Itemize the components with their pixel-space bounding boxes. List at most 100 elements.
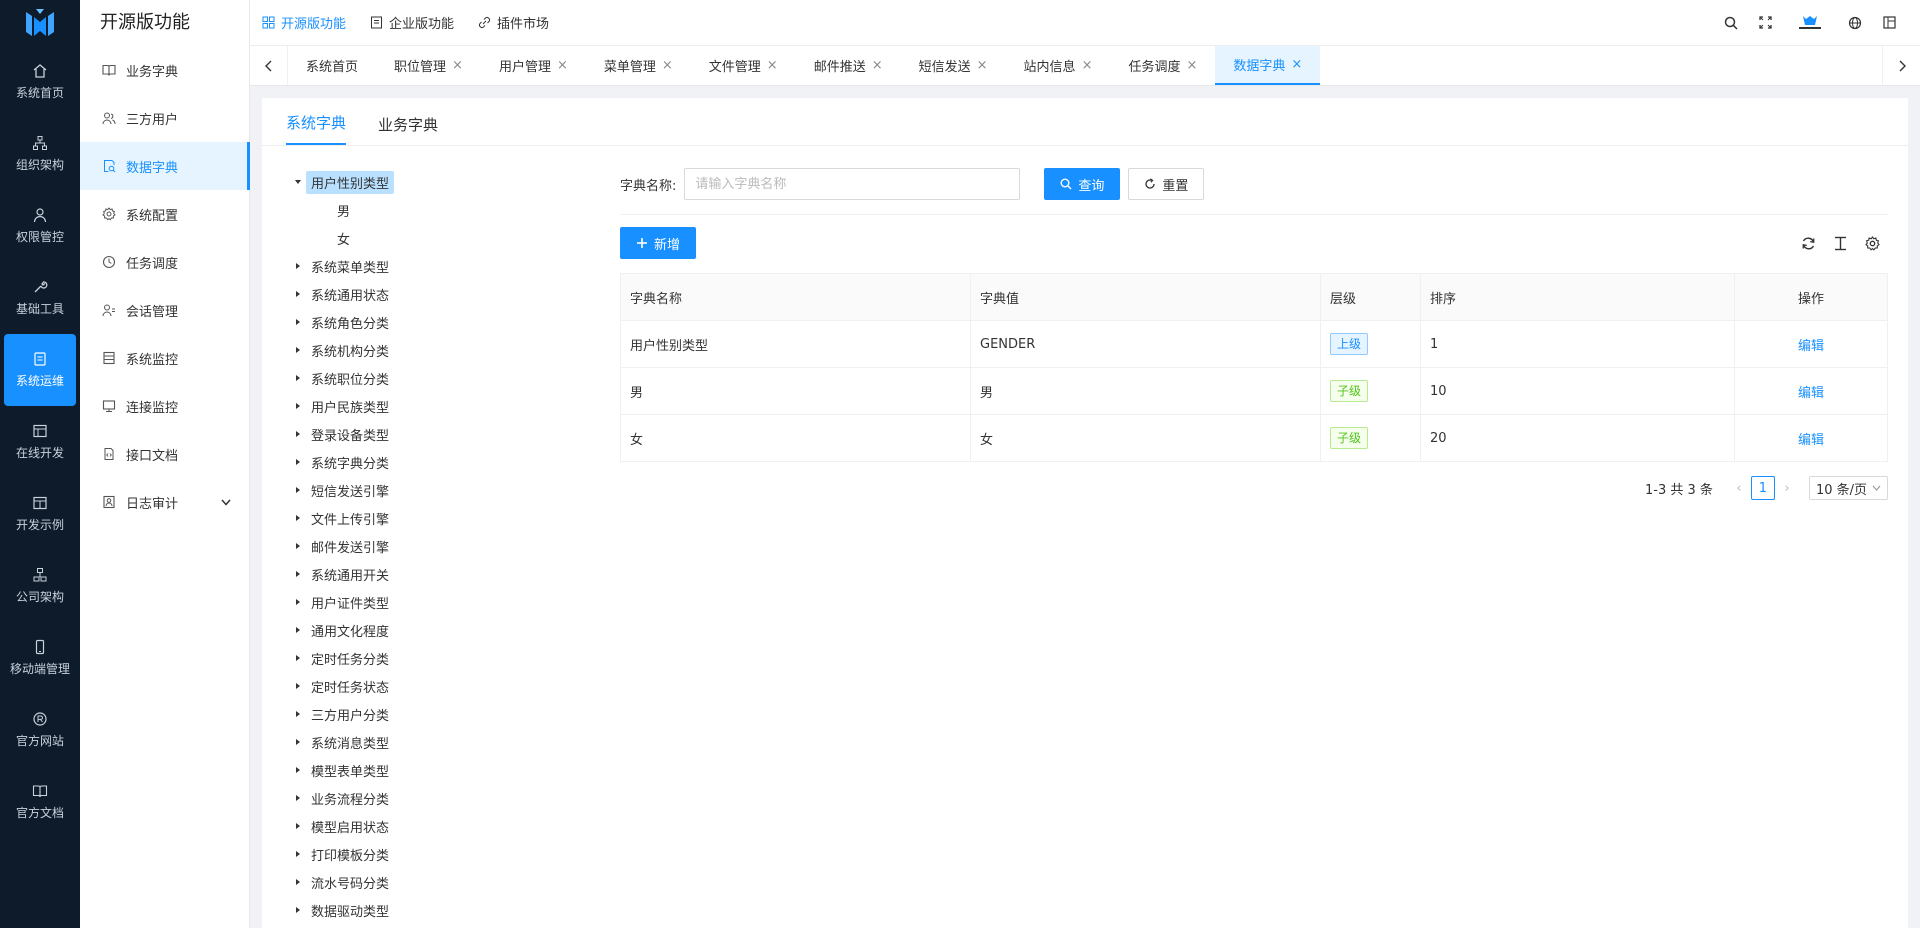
tree-node[interactable]: 定时任务状态 (290, 672, 590, 700)
caret-right-icon[interactable] (290, 542, 306, 550)
sidebar-item[interactable]: 系统配置 (80, 190, 249, 238)
caret-right-icon[interactable] (290, 262, 306, 270)
query-button[interactable]: 查询 (1044, 168, 1121, 200)
next-page-icon[interactable]: › (1775, 481, 1799, 496)
sidebar-item[interactable]: 三方用户 (80, 94, 249, 142)
layout-icon[interactable] (1872, 8, 1906, 38)
close-icon[interactable]: × (872, 58, 883, 73)
caret-right-icon[interactable] (290, 374, 306, 382)
caret-right-icon[interactable] (290, 906, 306, 914)
close-icon[interactable]: × (1186, 58, 1197, 73)
edit-link[interactable]: 编辑 (1798, 339, 1824, 354)
tree-node[interactable]: 打印模板分类 (290, 840, 590, 868)
nav-opensource[interactable]: 开源版功能 (262, 13, 346, 32)
tree-node[interactable]: 业务流程分类 (290, 784, 590, 812)
tree-node[interactable]: 系统字典分类 (290, 448, 590, 476)
caret-right-icon[interactable] (290, 430, 306, 438)
page-tab[interactable]: 文件管理 × (691, 46, 796, 85)
tree-node[interactable]: 数据驱动类型 (290, 896, 590, 924)
caret-right-icon[interactable] (290, 290, 306, 298)
caret-right-icon[interactable] (290, 822, 306, 830)
caret-right-icon[interactable] (290, 514, 306, 522)
page-tab[interactable]: 职位管理 × (376, 46, 481, 85)
nav-enterprise[interactable]: 企业版功能 (370, 13, 454, 32)
settings-icon[interactable] (1856, 227, 1888, 259)
caret-right-icon[interactable] (290, 850, 306, 858)
close-icon[interactable]: × (662, 58, 673, 73)
reset-button[interactable]: 重置 (1128, 168, 1205, 200)
rail-item[interactable]: 系统运维 (4, 334, 76, 406)
app-logo[interactable] (0, 0, 80, 46)
refresh-icon[interactable] (1792, 227, 1824, 259)
close-icon[interactable]: × (767, 58, 778, 73)
close-icon[interactable]: × (452, 58, 463, 73)
page-tab[interactable]: 菜单管理 × (586, 46, 691, 85)
sidebar-item[interactable]: 任务调度 (80, 238, 249, 286)
tree-child-node[interactable]: 女 (290, 224, 590, 252)
tree-node[interactable]: 系统机构分类 (290, 336, 590, 364)
tree-node[interactable]: 系统菜单类型 (290, 252, 590, 280)
close-icon[interactable]: × (977, 58, 988, 73)
sidebar-item[interactable]: 会话管理 (80, 286, 249, 334)
page-tab[interactable]: 邮件推送 × (796, 46, 901, 85)
fullscreen-icon[interactable] (1748, 8, 1782, 38)
page-tab[interactable]: 任务调度 × (1110, 46, 1215, 85)
rail-item[interactable]: 官方网站 (0, 694, 80, 766)
page-tab[interactable]: 短信发送 × (901, 46, 1006, 85)
sidebar-item[interactable]: 系统监控 (80, 334, 249, 382)
tree-node[interactable]: 系统通用状态 (290, 280, 590, 308)
rail-item[interactable]: 移动端管理 (0, 622, 80, 694)
caret-right-icon[interactable] (290, 486, 306, 494)
tab-scroll-right[interactable] (1882, 46, 1920, 85)
language-icon[interactable] (1838, 8, 1872, 38)
tree-node[interactable]: 系统角色分类 (290, 308, 590, 336)
sidebar-item[interactable]: 连接监控 (80, 382, 249, 430)
caret-right-icon[interactable] (290, 878, 306, 886)
rail-item[interactable]: 系统首页 (0, 46, 80, 118)
edit-link[interactable]: 编辑 (1798, 433, 1824, 448)
prev-page-icon[interactable]: ‹ (1727, 481, 1751, 496)
tree-node[interactable]: 通用文化程度 (290, 616, 590, 644)
sidebar-item[interactable]: 业务字典 (80, 46, 249, 94)
rail-item[interactable]: 在线开发 (0, 406, 80, 478)
rail-item[interactable]: 组织架构 (0, 118, 80, 190)
rail-item[interactable]: 权限管控 (0, 190, 80, 262)
tree-node[interactable]: 登录设备类型 (290, 420, 590, 448)
tree-child-node[interactable]: 男 (290, 196, 590, 224)
tree-node[interactable]: 定时任务分类 (290, 644, 590, 672)
caret-right-icon[interactable] (290, 318, 306, 326)
page-tab[interactable]: 数据字典 × (1215, 46, 1321, 85)
caret-right-icon[interactable] (290, 346, 306, 354)
tree-node-expanded[interactable]: 用户性别类型 (290, 168, 590, 196)
tree-node[interactable]: 三方用户分类 (290, 700, 590, 728)
tab-business-dictionary[interactable]: 业务字典 (378, 114, 438, 145)
tree-node[interactable]: 用户民族类型 (290, 392, 590, 420)
rail-item[interactable]: 基础工具 (0, 262, 80, 334)
caret-right-icon[interactable] (290, 794, 306, 802)
caret-right-icon[interactable] (290, 570, 306, 578)
sidebar-item[interactable]: 数据字典 (80, 142, 250, 190)
caret-right-icon[interactable] (290, 598, 306, 606)
tab-system-dictionary[interactable]: 系统字典 (286, 112, 347, 145)
tree-node[interactable]: 模型表单类型 (290, 756, 590, 784)
close-icon[interactable]: × (1291, 57, 1302, 72)
caret-right-icon[interactable] (290, 626, 306, 634)
nav-plugins[interactable]: 插件市场 (478, 13, 549, 32)
tree-node[interactable]: 短信发送引擎 (290, 476, 590, 504)
column-header[interactable]: 字典值 (970, 273, 1321, 321)
caret-right-icon[interactable] (290, 710, 306, 718)
tree-node[interactable]: 系统通用开关 (290, 560, 590, 588)
edit-link[interactable]: 编辑 (1798, 386, 1824, 401)
sidebar-item[interactable]: 日志审计 (80, 478, 249, 526)
page-tab[interactable]: 用户管理 × (481, 46, 586, 85)
page-number[interactable]: 1 (1750, 476, 1775, 500)
search-icon[interactable] (1714, 8, 1748, 38)
column-header[interactable]: 排序 (1420, 273, 1735, 321)
rail-item[interactable]: 开发示例 (0, 478, 80, 550)
column-header[interactable]: 字典名称 (620, 273, 971, 321)
caret-right-icon[interactable] (290, 682, 306, 690)
user-avatar[interactable] (1782, 8, 1838, 38)
caret-right-icon[interactable] (290, 458, 306, 466)
tab-scroll-left[interactable] (250, 46, 288, 85)
tree-node[interactable]: 邮件发送引擎 (290, 532, 590, 560)
